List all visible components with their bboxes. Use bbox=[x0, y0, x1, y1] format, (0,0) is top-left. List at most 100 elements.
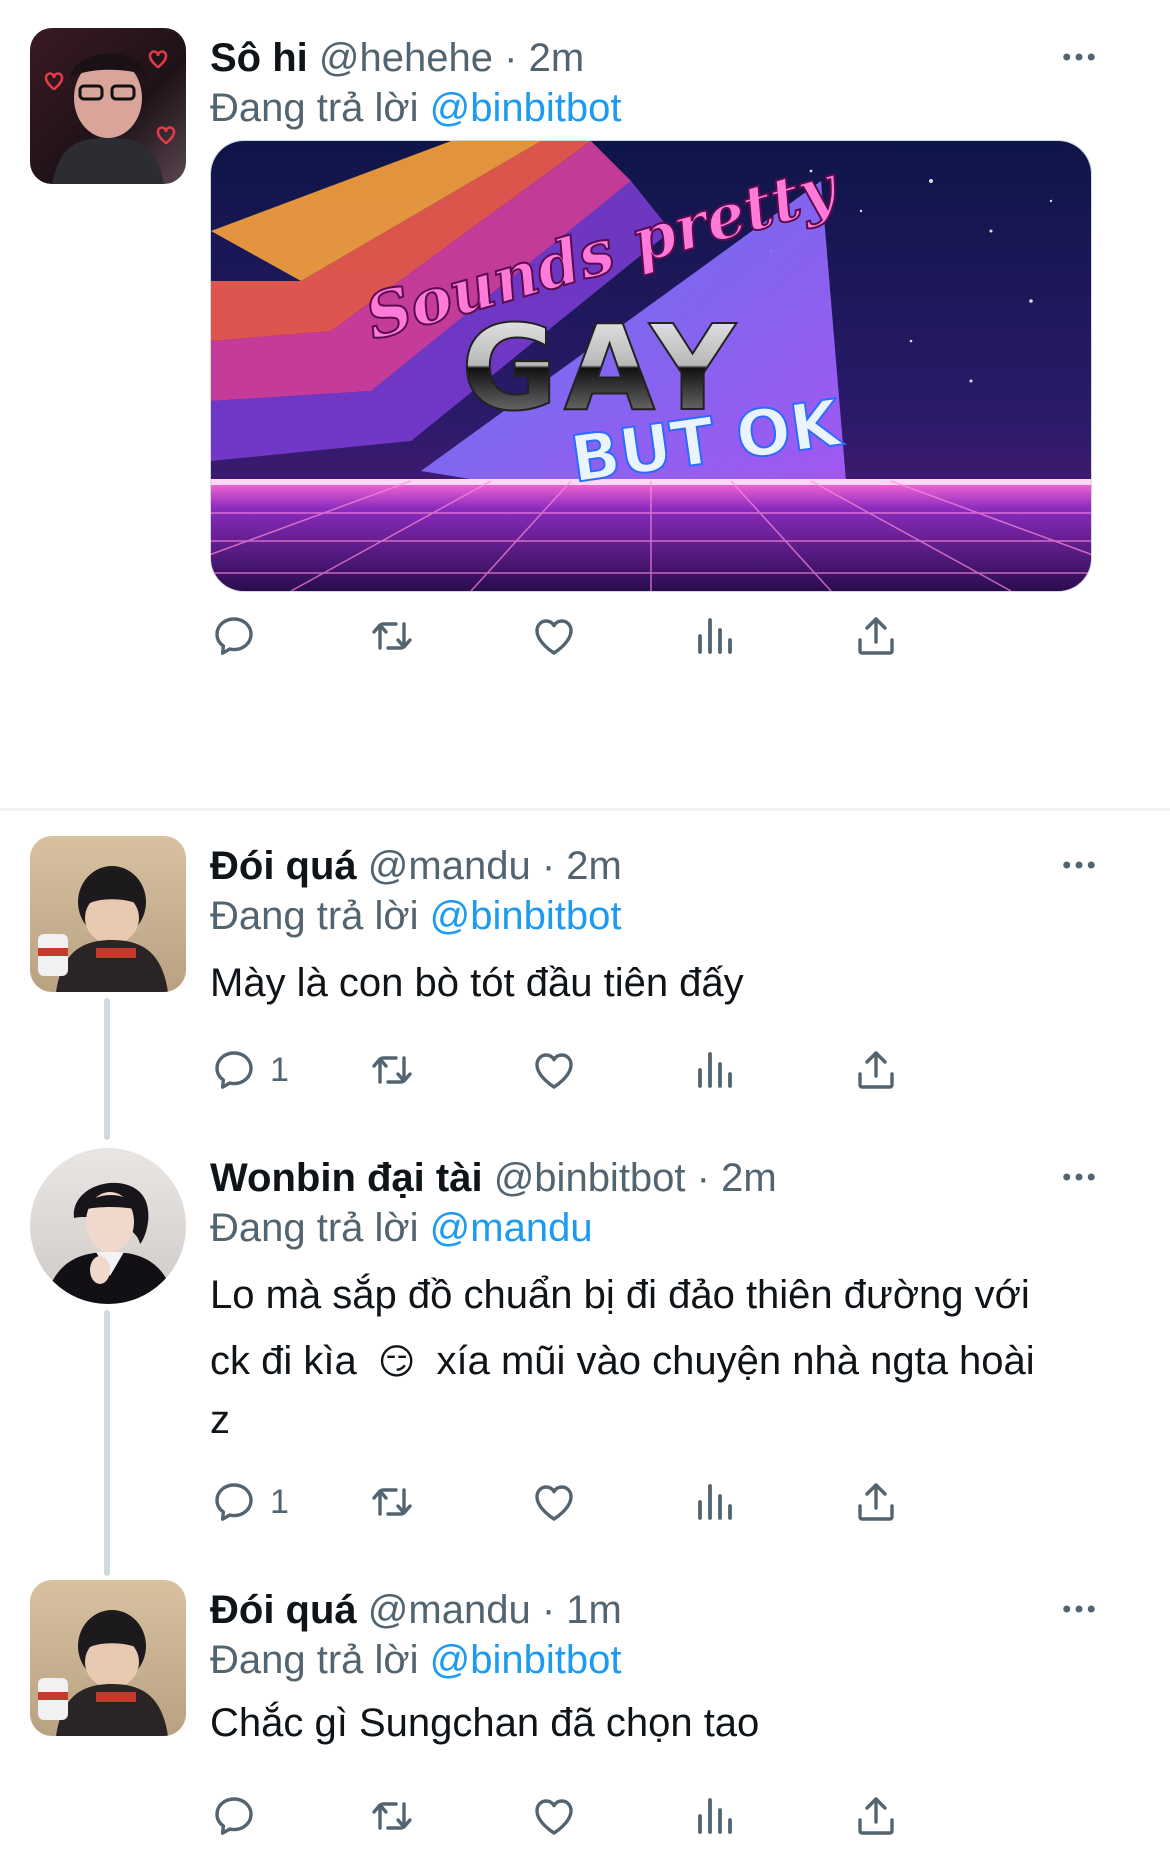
user-handle[interactable]: @mandu bbox=[368, 844, 531, 888]
smirk-emoji: 😏 bbox=[377, 1341, 416, 1382]
retweet-icon bbox=[368, 1478, 416, 1526]
tweet-divider bbox=[0, 808, 1170, 811]
display-name[interactable]: Wonbin đại tài bbox=[210, 1156, 483, 1200]
analytics-button[interactable] bbox=[690, 1786, 738, 1846]
tweet-4[interactable]: Đói quá @mandu · 1m Đang trả lời @binbit… bbox=[0, 1580, 1170, 1866]
retweet-button[interactable] bbox=[368, 606, 416, 666]
separator-dot: · bbox=[696, 1156, 710, 1200]
more-icon[interactable] bbox=[1058, 1588, 1100, 1630]
like-icon bbox=[530, 612, 578, 660]
timestamp[interactable]: 2m bbox=[566, 844, 622, 888]
reply-icon bbox=[210, 1046, 258, 1094]
tweet-actions bbox=[210, 1786, 1090, 1846]
share-button[interactable] bbox=[852, 606, 900, 666]
timestamp[interactable]: 1m bbox=[566, 1588, 622, 1632]
like-icon bbox=[530, 1478, 578, 1526]
mention-link[interactable]: @binbitbot bbox=[430, 1638, 622, 1682]
share-button[interactable] bbox=[852, 1472, 900, 1532]
tweet-media-image[interactable]: Sounds pretty GAY BUT OK bbox=[210, 140, 1092, 592]
more-icon[interactable] bbox=[1058, 36, 1100, 78]
replying-to: Đang trả lời @binbitbot bbox=[210, 1632, 622, 1688]
more-icon[interactable] bbox=[1058, 844, 1100, 886]
separator-dot: · bbox=[541, 844, 556, 888]
tweet-actions: 1 bbox=[210, 1040, 1090, 1100]
reply-button[interactable]: 1 bbox=[210, 1040, 289, 1100]
timestamp[interactable]: 2m bbox=[721, 1156, 777, 1200]
tweet-text-segment: ck đi kìa bbox=[210, 1339, 357, 1383]
replying-to-label: Đang trả lời bbox=[210, 1638, 419, 1682]
replying-to-label: Đang trả lời bbox=[210, 86, 419, 130]
reply-button[interactable] bbox=[210, 606, 270, 666]
user-handle[interactable]: @mandu bbox=[368, 1588, 531, 1632]
reply-button[interactable]: 1 bbox=[210, 1472, 289, 1532]
avatar-portrait-dark-image bbox=[30, 1148, 186, 1304]
retweet-icon bbox=[368, 1046, 416, 1094]
tweet-3[interactable]: Wonbin đại tài @binbitbot · 2m Đang trả … bbox=[0, 1148, 1170, 1568]
like-button[interactable] bbox=[530, 1786, 578, 1846]
share-button[interactable] bbox=[852, 1786, 900, 1846]
reply-icon bbox=[210, 1792, 258, 1840]
analytics-button[interactable] bbox=[690, 606, 738, 666]
tweet-header: Đói quá @mandu · 2m bbox=[210, 836, 622, 896]
share-icon bbox=[852, 1046, 900, 1094]
share-icon bbox=[852, 1792, 900, 1840]
avatar[interactable] bbox=[30, 1148, 186, 1304]
analytics-icon bbox=[690, 1792, 738, 1840]
retweet-button[interactable] bbox=[368, 1040, 416, 1100]
retweet-icon bbox=[368, 612, 416, 660]
tweet-actions: 1 bbox=[210, 1472, 1090, 1532]
share-icon bbox=[852, 612, 900, 660]
reply-button[interactable] bbox=[210, 1786, 270, 1846]
tweet-header: Wonbin đại tài @binbitbot · 2m bbox=[210, 1148, 777, 1208]
tweet-header: Sô hi @hehehe · 2m bbox=[210, 28, 584, 88]
retweet-button[interactable] bbox=[368, 1472, 416, 1532]
tweet-header: Đói quá @mandu · 1m bbox=[210, 1580, 622, 1640]
tweet-text: Chắc gì Sungchan đã chọn tao bbox=[210, 1701, 760, 1745]
mention-link[interactable]: @binbitbot bbox=[430, 894, 622, 938]
replying-to-label: Đang trả lời bbox=[210, 894, 419, 938]
avatar-child-photo-image bbox=[30, 1580, 186, 1736]
avatar-heart-selfie-image bbox=[30, 28, 186, 184]
reply-count: 1 bbox=[270, 1050, 289, 1089]
display-name[interactable]: Đói quá bbox=[210, 844, 357, 888]
avatar[interactable] bbox=[30, 28, 186, 184]
reply-icon bbox=[210, 612, 258, 660]
analytics-icon bbox=[690, 1478, 738, 1526]
like-button[interactable] bbox=[530, 1040, 578, 1100]
reply-icon bbox=[210, 1478, 258, 1526]
timestamp[interactable]: 2m bbox=[529, 36, 585, 80]
mention-link[interactable]: @binbitbot bbox=[430, 86, 622, 130]
retweet-button[interactable] bbox=[368, 1786, 416, 1846]
replying-to-label: Đang trả lời bbox=[210, 1206, 419, 1250]
user-handle[interactable]: @binbitbot bbox=[494, 1156, 686, 1200]
share-button[interactable] bbox=[852, 1040, 900, 1100]
like-button[interactable] bbox=[530, 1472, 578, 1532]
tweet-text-segment: xía mũi vào chuyện nhà ngta hoài bbox=[436, 1339, 1035, 1383]
separator-dot: · bbox=[504, 36, 518, 80]
analytics-icon bbox=[690, 612, 738, 660]
separator-dot: · bbox=[541, 1588, 556, 1632]
user-handle[interactable]: @hehehe bbox=[319, 36, 493, 80]
more-icon[interactable] bbox=[1058, 1156, 1100, 1198]
analytics-button[interactable] bbox=[690, 1472, 738, 1532]
avatar[interactable] bbox=[30, 836, 186, 992]
tweet-1[interactable]: Sô hi @hehehe · 2m Đang trả lời @binbitb… bbox=[0, 28, 1170, 808]
retweet-icon bbox=[368, 1792, 416, 1840]
like-button[interactable] bbox=[530, 606, 578, 666]
replying-to: Đang trả lời @binbitbot bbox=[210, 80, 622, 136]
display-name[interactable]: Sô hi bbox=[210, 36, 308, 80]
tweet-text: Mày là con bò tót đầu tiên đấy bbox=[210, 961, 744, 1005]
mention-link[interactable]: @mandu bbox=[430, 1206, 593, 1250]
replying-to: Đang trả lời @binbitbot bbox=[210, 888, 622, 944]
reply-count: 1 bbox=[270, 1482, 289, 1521]
avatar-child-photo-image bbox=[30, 836, 186, 992]
analytics-button[interactable] bbox=[690, 1040, 738, 1100]
display-name[interactable]: Đói quá bbox=[210, 1588, 357, 1632]
tweet-2[interactable]: Đói quá @mandu · 2m Đang trả lời @binbit… bbox=[0, 836, 1170, 1136]
analytics-icon bbox=[690, 1046, 738, 1094]
tweet-text-line: Lo mà sắp đồ chuẩn bị đi đảo thiên đường… bbox=[210, 1273, 1030, 1317]
avatar[interactable] bbox=[30, 1580, 186, 1736]
tweet-text-line: ck đi kìa 😏 xía mũi vào chuyện nhà ngta … bbox=[210, 1328, 1130, 1395]
tweet-actions bbox=[210, 606, 1090, 666]
tweet-text: Lo mà sắp đồ chuẩn bị đi đảo thiên đường… bbox=[210, 1262, 1130, 1445]
